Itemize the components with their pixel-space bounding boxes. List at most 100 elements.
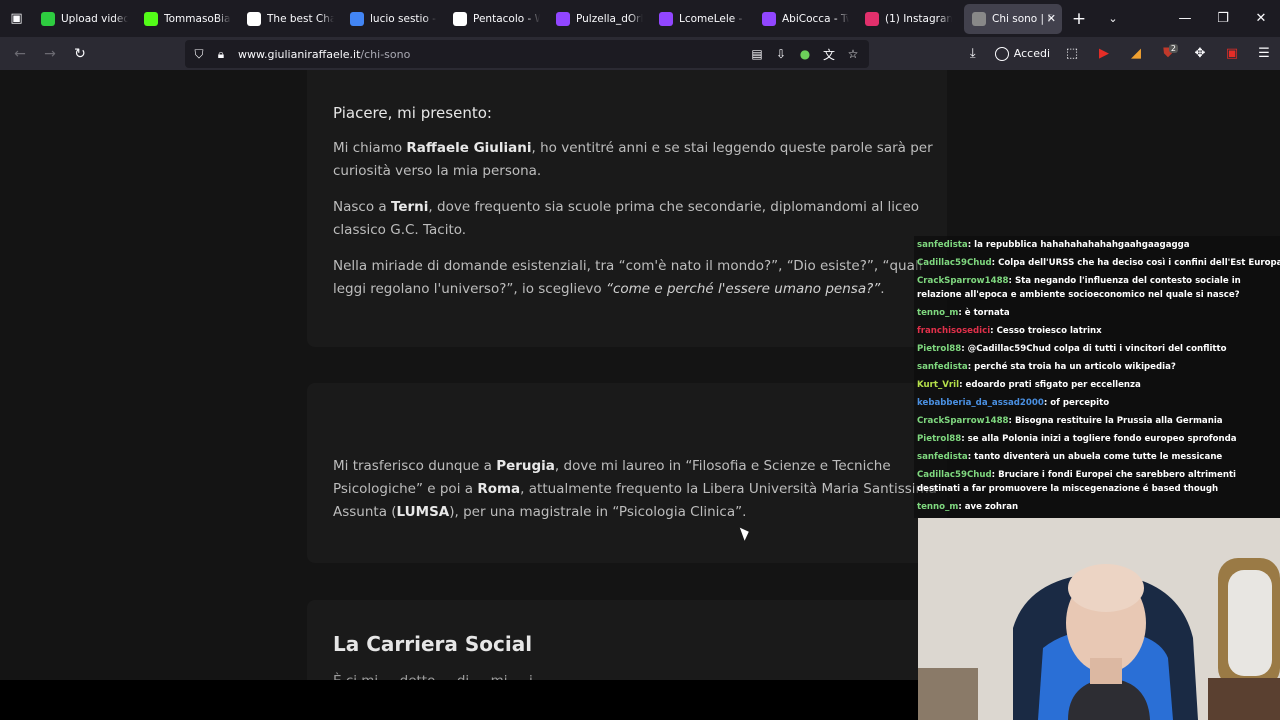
chat-message: Cadillac59Chud: Bruciare i fondi Europei… [917,468,1280,496]
translate-icon[interactable]: 文 [821,46,837,63]
tab-5[interactable]: Pulzella_dOrle [548,4,651,34]
chat-message: franchisosedici: Cesso troiesco latrinx [917,322,1280,340]
ublock-icon[interactable]: ⛊ 2 [1152,44,1184,61]
tab-bar: ▣ Upload videos TommasoBiagi The best Chat… [0,0,1280,37]
career-heading: La Carriera Social [333,632,533,656]
chat-message: Kurt_Vril: edoardo prati sfigato per ecc… [917,376,1280,394]
chat-message: sanfedista: tanto diventerà un abuela co… [917,448,1280,466]
url-bar[interactable]: ⛉ 🔒︎ www.giulianiraffaele.it/chi-sono ▤ … [185,40,869,68]
studies-paragraph: Mi trasferisco dunque a Perugia, dove mi… [333,458,937,520]
chat-text: : Cesso troiesco latrinx [990,326,1102,336]
chat-message: tenno_m: è tornata [917,304,1280,322]
chat-username[interactable]: tenno_m [917,308,958,318]
tab-6[interactable]: LcomeLele - Tw [651,4,754,34]
bookmark-star-icon[interactable]: ☆ [845,47,861,61]
chat-username[interactable]: tenno_m [917,502,958,512]
chat-username[interactable]: Cadillac59Chud [917,258,992,268]
minimize-button[interactable]: — [1166,0,1204,37]
tab-3[interactable]: lucio sestio - C [342,4,445,34]
chat-text: : edoardo prati sfigato per eccellenza [959,380,1141,390]
url-text[interactable]: www.giulianiraffaele.it/chi-sono [238,48,410,61]
chat-username[interactable]: sanfedista [917,362,968,372]
chat-username[interactable]: Kurt_Vril [917,380,959,390]
tab-list-button[interactable]: ▣ [0,0,33,37]
chat-text: : Colpa dell'URSS che ha deciso così i c… [991,258,1280,268]
chat-message: tenno_m: ave zohran [917,498,1280,516]
forward-arrow-icon[interactable]: → [35,39,65,69]
chatgpt-icon [247,11,261,26]
extension-green-icon[interactable]: ● [797,47,813,61]
chat-username[interactable]: franchisosedici [917,326,990,336]
chat-username[interactable]: Pietrol88 [917,434,961,444]
list-all-tabs-chevron-icon[interactable]: ⌄ [1096,12,1130,25]
tab-7[interactable]: AbiCocca - Twi [754,4,857,34]
window-controls: — ❐ ✕ [1166,0,1280,37]
new-tab-button[interactable]: + [1062,9,1096,29]
kick-icon [144,11,158,26]
tab-title: Upload videos [61,12,128,25]
menu-hamburger-icon[interactable]: ☰ [1248,46,1280,61]
restore-button[interactable]: ❐ [1204,0,1242,37]
tab-title: (1) Instagram [885,12,952,25]
intro-paragraph: Mi chiamo Raffaele Giuliani, ho ventitré… [333,140,933,179]
birthplace-paragraph: Nasco a Terni, dove frequento sia scuole… [333,199,920,238]
twitch-icon [659,11,673,26]
chat-message: CrackSparrow1488: Sta negando l'influenz… [917,274,1280,302]
chat-username[interactable]: sanfedista [917,240,968,250]
tab-title: Pentacolo - Wi [473,12,540,25]
chat-message: CrackSparrow1488: Bisogna restituire la … [917,412,1280,430]
tab-title: The best ChatB [267,12,334,25]
chat-message: sanfedista: perché sta troia ha un artic… [917,358,1280,376]
tab-1[interactable]: TommasoBiagi [136,4,239,34]
youtube-extension-icon[interactable]: ▶ [1088,46,1120,61]
close-window-button[interactable]: ✕ [1242,0,1280,37]
chat-message: Pietrol88: @Cadillac59Chud colpa di tutt… [917,340,1280,358]
wikipedia-icon [453,11,467,26]
reader-view-icon[interactable]: ▤ [749,47,765,61]
intro-heading: Piacere, mi presento: [333,104,492,122]
close-tab-icon[interactable]: ✕ [1047,12,1056,25]
tab-title: Pulzella_dOrle [576,12,643,25]
account-button[interactable]: Accedi [989,46,1056,61]
extensions-puzzle-icon[interactable]: ⬚ [1056,46,1088,61]
chat-message: kebabberia_da_assad2000: of percepito [917,394,1280,412]
ublock-count-badge: 2 [1168,44,1178,53]
chat-username[interactable]: sanfedista [917,452,968,462]
tab-2[interactable]: The best ChatB [239,4,342,34]
chat-username[interactable]: kebabberia_da_assad2000 [917,398,1044,408]
chat-username[interactable]: CrackSparrow1488 [917,416,1009,426]
tab-4[interactable]: Pentacolo - Wi [445,4,548,34]
reload-icon[interactable]: ↻ [65,39,95,69]
chat-message: Cadillac59Chud: Colpa dell'URSS che ha d… [917,254,1280,272]
youtube-studio-icon [41,11,55,26]
chat-text: : la repubblica hahahahahahahgaahgaagagg… [967,240,1190,250]
lock-extension-icon[interactable]: ▣ [1216,46,1248,61]
lock-icon[interactable]: 🔒︎ [210,47,232,62]
url-path: /chi-sono [360,47,411,61]
save-page-icon[interactable]: ⇩ [773,47,789,61]
tab-8[interactable]: (1) Instagram [857,4,960,34]
webcam-overlay [918,518,1280,720]
chat-message: sanfedista: la repubblica hahahahahahahg… [917,236,1280,254]
chat-username[interactable]: Cadillac59Chud [917,470,992,480]
tab-9[interactable]: Chi sono | Ra✕ [964,3,1062,34]
accedi-label: Accedi [1013,47,1050,60]
chat-text: : se alla Polonia inizi a togliere fondo… [961,434,1237,444]
site-icon [972,11,986,26]
chat-username[interactable]: Pietrol88 [917,344,961,354]
chat-text: : ave zohran [958,502,1019,512]
color-extension-icon[interactable]: ◢ [1120,46,1152,61]
chat-message: Pietrol88: se alla Polonia inizi a togli… [917,430,1280,448]
url-domain: www.giulianiraffaele.it [238,47,361,61]
chat-username[interactable]: CrackSparrow1488 [917,276,1009,286]
chat-text: : Bisogna restituire la Prussia alla Ger… [1008,416,1223,426]
chat-text: : è tornata [958,308,1010,318]
tab-0[interactable]: Upload videos [33,4,136,34]
back-arrow-icon[interactable]: ← [5,39,35,69]
puzzle-extension-icon[interactable]: ✥ [1184,46,1216,61]
webcam-image [918,518,1280,720]
shield-icon[interactable]: ⛉ [188,47,210,62]
chat-text: : perché sta troia ha un articolo wikipe… [967,362,1176,372]
downloads-icon[interactable]: ⤓ [957,46,989,61]
tab-title: Chi sono | Ra [992,12,1054,25]
